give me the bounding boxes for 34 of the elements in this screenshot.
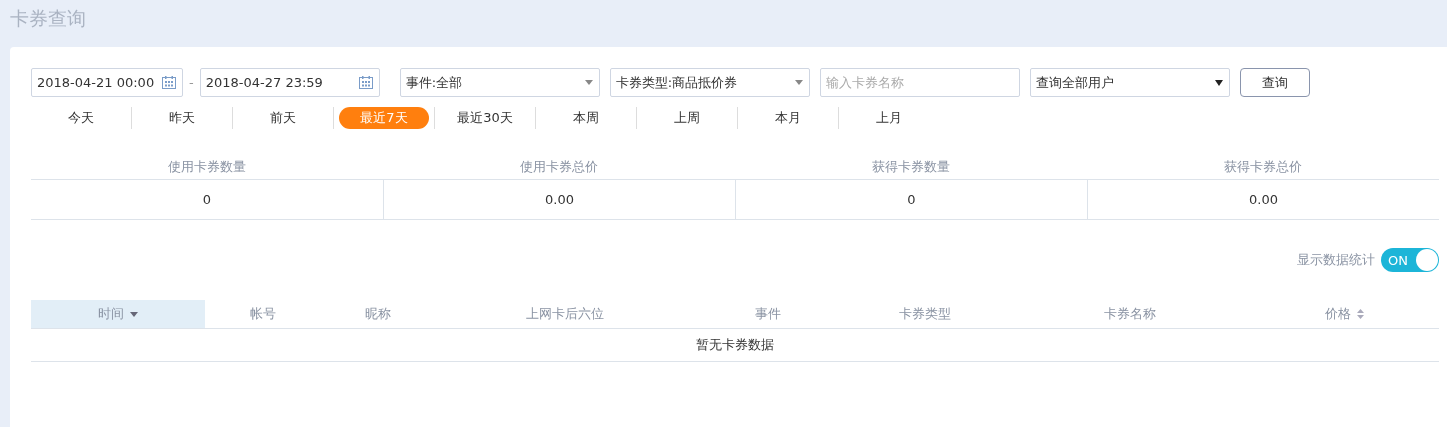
summary-value: 0.00 bbox=[383, 180, 735, 220]
range-tab[interactable]: 本月 bbox=[738, 107, 838, 129]
sort-icon bbox=[1357, 309, 1364, 319]
range-tab[interactable]: 最近30天 bbox=[435, 107, 535, 129]
page-title: 卡券查询 bbox=[10, 6, 87, 31]
summary-label: 获得卡券总价 bbox=[1087, 155, 1439, 180]
summary-label: 使用卡券数量 bbox=[31, 155, 383, 180]
user-scope-dropdown[interactable]: 查询全部用户 bbox=[1029, 68, 1230, 97]
caret-icon bbox=[584, 80, 593, 85]
sort-desc-icon bbox=[130, 311, 138, 317]
range-tab[interactable]: 前天 bbox=[233, 107, 333, 129]
range-tab[interactable]: 本周 bbox=[536, 107, 636, 129]
range-tab[interactable]: 昨天 bbox=[132, 107, 232, 129]
query-button[interactable]: 查询 bbox=[1239, 68, 1310, 97]
summary-value: 0 bbox=[735, 180, 1087, 220]
summary-value: 0.00 bbox=[1087, 180, 1439, 220]
range-tab[interactable]: 今天 bbox=[31, 107, 131, 129]
empty-message: 暂无卡券数据 bbox=[31, 329, 1439, 362]
calendar-icon bbox=[358, 76, 373, 89]
range-tab[interactable]: 上周 bbox=[637, 107, 737, 129]
card-type-dropdown[interactable]: 卡券类型:商品抵价券 bbox=[609, 68, 810, 97]
caret-icon bbox=[1214, 79, 1223, 86]
date-field[interactable]: 2018-04-21 00:00 bbox=[31, 68, 183, 97]
event-dropdown[interactable]: 事件:全部 bbox=[399, 68, 600, 97]
summary-value: 0 bbox=[31, 180, 383, 220]
summary-label: 获得卡券数量 bbox=[735, 155, 1087, 180]
date-field[interactable]: 2018-04-27 23:59 bbox=[199, 68, 380, 97]
card-name-field[interactable]: 输入卡券名称 bbox=[819, 68, 1020, 97]
calendar-icon bbox=[162, 76, 176, 89]
range-tab[interactable]: 上月 bbox=[839, 107, 939, 129]
range-separator: - bbox=[189, 75, 194, 90]
summary-label: 使用卡券总价 bbox=[383, 155, 735, 180]
caret-icon bbox=[794, 80, 803, 85]
toggle-label: 显示数据统计 bbox=[1297, 251, 1375, 269]
